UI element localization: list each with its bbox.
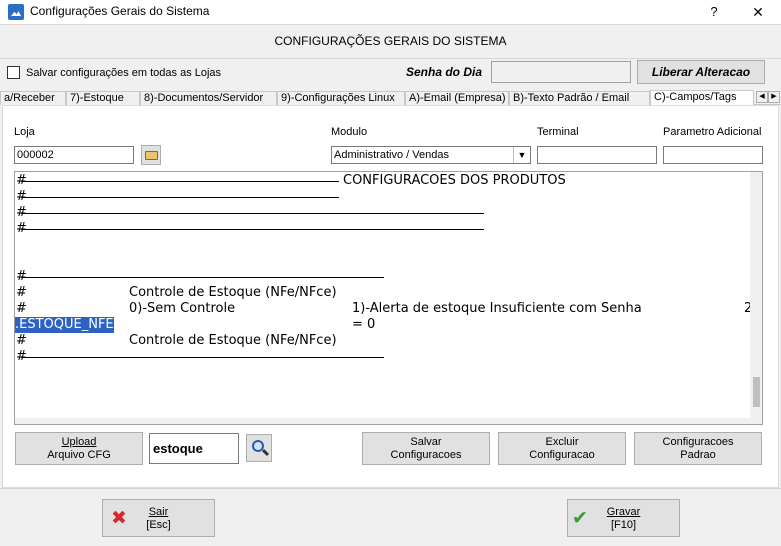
editor-selected-value: = 0 [352, 317, 376, 332]
terminal-label: Terminal [537, 126, 579, 138]
parametro-adicional-label: Parametro Adicional [663, 126, 762, 138]
modulo-select-value: Administrativo / Vendas [334, 149, 449, 161]
excluir-line2: Configuracao [529, 448, 595, 461]
app-icon [8, 4, 24, 20]
editor-hash: # [16, 333, 27, 348]
tab-strip: a/Receber 7)-Estoque 8)-Documentos/Servi… [0, 90, 781, 106]
editor-rule [21, 197, 339, 198]
scrollbar-thumb[interactable] [753, 377, 760, 407]
loja-label: Loja [14, 126, 35, 138]
editor-rule [21, 213, 484, 214]
senha-do-dia-label: Senha do Dia [406, 65, 483, 79]
editor-rule [21, 229, 484, 230]
vertical-scrollbar[interactable] [750, 172, 762, 424]
checkbox-icon[interactable] [7, 66, 20, 79]
config-editor[interactable]: # CONFIGURACOES DOS PRODUTOS # # # # # C… [14, 171, 763, 425]
editor-rule [21, 277, 384, 278]
editor-section-header: CONFIGURACOES DOS PRODUTOS [343, 173, 566, 188]
tab-scroll-left-icon[interactable]: ◀ [756, 91, 768, 103]
page-title: CONFIGURAÇÕES GERAIS DO SISTEMA [0, 24, 781, 59]
salvar-line2: Configuracoes [390, 448, 462, 461]
horizontal-scrollbar[interactable] [15, 418, 752, 424]
editor-hash: # [16, 285, 27, 300]
gravar-line2: [F10] [610, 519, 637, 531]
editor-selected-key[interactable]: .ESTOQUE_NFE [15, 317, 114, 333]
salvar-configuracoes-button[interactable]: Salvar Configuracoes [362, 432, 490, 465]
tab-texto-padrao-email[interactable]: B)-Texto Padrão / Email [509, 91, 650, 105]
tab-configuracoes-linux[interactable]: 9)-Configurações Linux [277, 91, 405, 105]
gravar-button[interactable]: ✔ Gravar [F10] [567, 499, 680, 537]
modulo-select[interactable]: Administrativo / Vendas ▼ [331, 146, 531, 164]
chevron-down-icon[interactable]: ▼ [513, 147, 530, 163]
close-button[interactable]: ✕ [746, 0, 770, 24]
gravar-line1: Gravar [606, 506, 641, 518]
help-button[interactable]: ? [704, 0, 724, 24]
editor-option-0: 0)-Sem Controle [129, 301, 236, 316]
liberar-alteracao-button[interactable]: Liberar Alteracao [637, 60, 765, 84]
search-input[interactable]: estoque [149, 433, 239, 464]
folder-icon [145, 151, 158, 160]
terminal-input[interactable] [537, 146, 657, 164]
save-all-stores-checkbox[interactable]: Salvar configurações em todas as Lojas [7, 66, 221, 79]
tab-email-empresa[interactable]: A)-Email (Empresa) [405, 91, 509, 105]
sair-line1: Sair [148, 506, 169, 518]
search-button[interactable] [246, 434, 272, 462]
padrao-line1: Configuracoes [662, 435, 734, 448]
tab-campos-tags[interactable]: C)-Campos/Tags [650, 90, 754, 106]
modulo-label: Modulo [331, 126, 368, 138]
tab-documentos-servidor[interactable]: 8)-Documentos/Servidor [140, 91, 277, 105]
tab-estoque[interactable]: 7)-Estoque [66, 91, 140, 105]
parametro-adicional-input[interactable] [663, 146, 763, 164]
loja-input[interactable]: 000002 [14, 146, 134, 164]
upload-cfg-button[interactable]: Upload Arquivo CFG [15, 432, 143, 465]
sair-button[interactable]: ✖ Sair [Esc] [102, 499, 215, 537]
excluir-line1: Excluir [545, 435, 579, 448]
sair-line2: [Esc] [146, 519, 171, 531]
upload-cfg-line2: Arquivo CFG [47, 448, 111, 461]
save-all-stores-label: Salvar configurações em todas as Lojas [26, 66, 222, 79]
editor-rule [21, 181, 339, 182]
loja-search-button[interactable] [141, 145, 161, 165]
editor-controle-title-2: Controle de Estoque (NFe/NFce) [129, 333, 337, 348]
tab-receber[interactable]: a/Receber [0, 91, 66, 105]
title-bar: Configurações Gerais do Sistema ? ✕ [0, 0, 781, 24]
window-title: Configurações Gerais do Sistema [30, 4, 210, 18]
editor-option-1: 1)-Alerta de estoque Insuficiente com Se… [352, 301, 642, 316]
editor-controle-title: Controle de Estoque (NFe/NFce) [129, 285, 337, 300]
excluir-configuracao-button[interactable]: Excluir Configuracao [498, 432, 626, 465]
footer-bar: ✖ Sair [Esc] ✔ Gravar [F10] [0, 488, 781, 546]
upload-cfg-line1: Upload [61, 435, 97, 448]
tab-scroll-right-icon[interactable]: ▶ [768, 91, 780, 103]
senha-do-dia-input[interactable] [491, 61, 631, 83]
editor-hash: # [16, 301, 27, 316]
salvar-line1: Salvar [410, 435, 442, 448]
editor-rule [21, 357, 384, 358]
configuracoes-padrao-button[interactable]: Configuracoes Padrao [634, 432, 762, 465]
padrao-line2: Padrao [680, 448, 716, 461]
search-icon-handle [261, 448, 270, 457]
